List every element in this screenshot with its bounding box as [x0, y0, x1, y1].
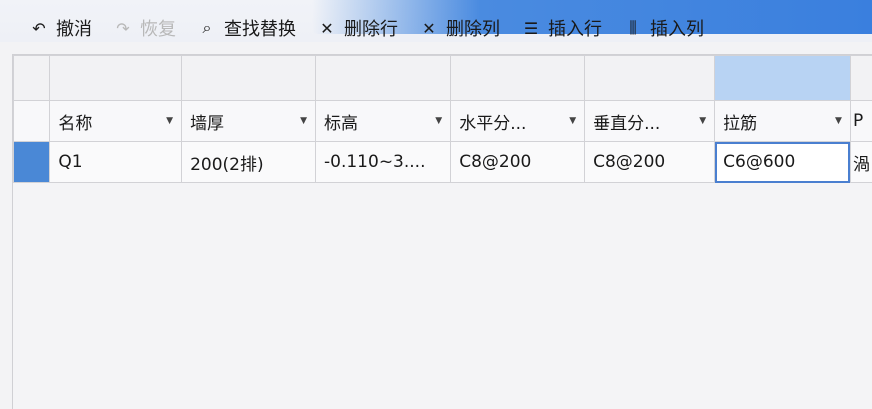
delete-row-button[interactable]: ✕ 删除行	[316, 15, 398, 41]
group-cell	[316, 56, 451, 101]
row-header-blank	[14, 101, 50, 142]
delete-row-label: 删除行	[344, 15, 398, 41]
insert-row-button[interactable]: ☰ 插入行	[520, 15, 602, 41]
header-label: 墙厚	[190, 109, 224, 134]
table-cell[interactable]: 200(2排)	[182, 142, 316, 183]
table-cell[interactable]: 渦	[850, 142, 872, 183]
delete-col-button[interactable]: ✕ 删除列	[418, 15, 500, 41]
dropdown-arrow-icon[interactable]: ▼	[166, 116, 173, 126]
group-cell	[182, 56, 316, 101]
undo-label: 撤消	[56, 15, 92, 41]
corner-cell[interactable]	[14, 56, 50, 101]
group-cell	[451, 56, 585, 101]
find-replace-button[interactable]: ⌕ 查找替换	[196, 15, 296, 41]
header-label: P	[853, 111, 863, 131]
column-header-horizontal[interactable]: 水平分... ▼	[451, 101, 585, 142]
redo-button[interactable]: ↷ 恢复	[112, 15, 176, 41]
data-grid: 名称 ▼ 墙厚 ▼ 标高 ▼ 水平分... ▼ 垂直分... ▼ 拉筋 ▼ P Q1 200…	[12, 54, 872, 409]
table-cell[interactable]: C8@200	[451, 142, 585, 183]
table-cell[interactable]: C8@200	[585, 142, 715, 183]
dropdown-arrow-icon[interactable]: ▼	[435, 116, 442, 126]
find-replace-icon: ⌕	[196, 18, 218, 38]
delete-col-label: 删除列	[446, 15, 500, 41]
insert-col-label: 插入列	[650, 15, 704, 41]
column-header-elevation[interactable]: 标高 ▼	[316, 101, 451, 142]
header-label: 水平分...	[459, 109, 526, 134]
dropdown-arrow-icon[interactable]: ▼	[569, 116, 576, 126]
header-label: 标高	[324, 109, 358, 134]
delete-row-icon: ✕	[316, 19, 338, 38]
table-cell-selected[interactable]: C6@600	[715, 142, 851, 183]
delete-col-icon: ✕	[418, 19, 440, 38]
column-header-tie-bar[interactable]: 拉筋 ▼	[715, 101, 851, 142]
undo-button[interactable]: ↶ 撤消	[28, 15, 92, 41]
column-header-thickness[interactable]: 墙厚 ▼	[182, 101, 316, 142]
header-label: 拉筋	[723, 109, 757, 134]
insert-col-button[interactable]: ⫼ 插入列	[622, 15, 704, 41]
redo-label: 恢复	[140, 15, 176, 41]
insert-row-icon: ☰	[520, 19, 542, 38]
undo-icon: ↶	[28, 19, 50, 38]
header-label: 名称	[58, 109, 92, 134]
group-cell-selected	[715, 56, 851, 101]
group-cell	[50, 56, 182, 101]
header-group-row	[14, 56, 872, 101]
dropdown-arrow-icon[interactable]: ▼	[300, 116, 307, 126]
insert-col-icon: ⫼	[622, 18, 644, 38]
table-cell[interactable]: -0.110~3....	[316, 142, 451, 183]
group-cell	[585, 56, 715, 101]
dropdown-arrow-icon[interactable]: ▼	[699, 116, 706, 126]
insert-row-label: 插入行	[548, 15, 602, 41]
table-row[interactable]: Q1 200(2排) -0.110~3.... C8@200 C8@200 C6…	[14, 142, 872, 183]
find-replace-label: 查找替换	[224, 15, 296, 41]
group-cell	[850, 56, 872, 101]
column-header-vertical[interactable]: 垂直分... ▼	[585, 101, 715, 142]
column-header-name[interactable]: 名称 ▼	[50, 101, 182, 142]
wall-table: 名称 ▼ 墙厚 ▼ 标高 ▼ 水平分... ▼ 垂直分... ▼ 拉筋 ▼ P Q1 200…	[13, 55, 872, 183]
header-label: 垂直分...	[593, 109, 660, 134]
dropdown-arrow-icon[interactable]: ▼	[835, 116, 842, 126]
table-cell[interactable]: Q1	[50, 142, 182, 183]
column-header-partial[interactable]: P	[850, 101, 872, 142]
column-header-row: 名称 ▼ 墙厚 ▼ 标高 ▼ 水平分... ▼ 垂直分... ▼ 拉筋 ▼ P	[14, 101, 872, 142]
row-selector[interactable]	[14, 142, 50, 183]
redo-icon: ↷	[112, 19, 134, 38]
toolbar: ↶ 撤消 ↷ 恢复 ⌕ 查找替换 ✕ 删除行 ✕ 删除列 ☰ 插入行 ⫼ 插入列	[0, 2, 872, 54]
